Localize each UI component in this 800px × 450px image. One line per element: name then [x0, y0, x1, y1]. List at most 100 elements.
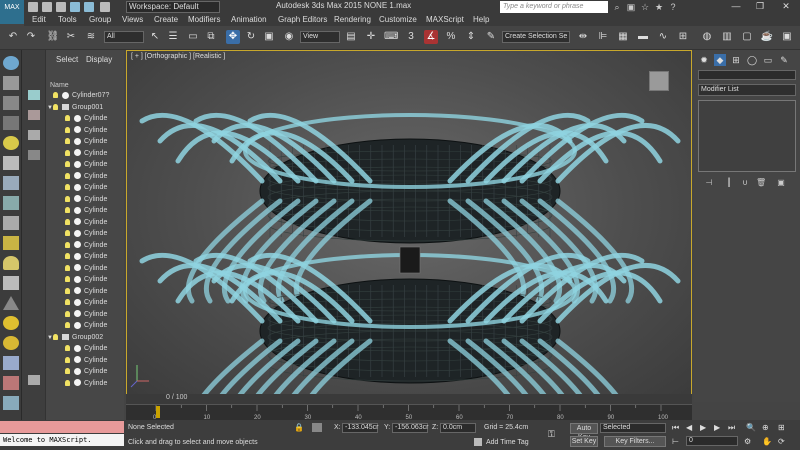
edit-named-selection-icon[interactable]: ✎	[484, 30, 498, 44]
visibility-bulb-icon[interactable]	[65, 287, 70, 294]
selection-filter-dropdown[interactable]: All	[104, 31, 144, 43]
menu-help[interactable]: Help	[473, 15, 489, 24]
tree-object-row[interactable]: Cylinde	[47, 194, 136, 206]
app-logo[interactable]: MAX	[0, 0, 24, 24]
render-setup-icon[interactable]: ▥	[720, 30, 734, 44]
visibility-bulb-icon[interactable]	[65, 276, 70, 283]
visibility-bulb-icon[interactable]	[65, 241, 70, 248]
display-none-icon[interactable]	[3, 96, 19, 110]
angle-snap-icon[interactable]: ∡	[424, 30, 438, 44]
menu-group[interactable]: Group	[89, 15, 111, 24]
redo-icon[interactable]	[84, 2, 94, 12]
goto-start-icon[interactable]: ⏮	[672, 423, 680, 432]
open-file-icon[interactable]	[42, 2, 52, 12]
make-unique-icon[interactable]: ∪	[740, 178, 750, 188]
display-tab-icon[interactable]: ▭	[762, 54, 774, 66]
select-none-icon[interactable]	[28, 130, 40, 140]
invert-selection-icon[interactable]	[28, 150, 40, 160]
communication-center-icon[interactable]: ☆	[640, 2, 650, 12]
viewport-orthographic[interactable]: [ + ] [Orthographic ] [Realistic ]	[126, 50, 692, 402]
hierarchy-icon[interactable]	[3, 356, 19, 370]
tree-object-row[interactable]: Cylinde	[47, 125, 136, 137]
tree-group-row[interactable]: ▼ Group001	[47, 102, 136, 114]
select-scale-icon[interactable]: ▣	[262, 30, 276, 44]
z-coordinate-field[interactable]: 0.0cm	[440, 423, 476, 433]
maximize-button[interactable]: ❐	[750, 0, 770, 14]
snaps-toggle-icon[interactable]: 3	[404, 30, 418, 44]
visibility-bulb-icon[interactable]	[65, 310, 70, 317]
rect-selection-icon[interactable]: ▭	[186, 30, 200, 44]
tree-object-row[interactable]: Cylinde	[47, 263, 136, 275]
tree-object-row[interactable]: Cylinde	[47, 378, 136, 390]
motion-tab-icon[interactable]: ◯	[746, 54, 758, 66]
select-place-icon[interactable]: ◉	[282, 30, 296, 44]
tab-select[interactable]: Select	[56, 55, 78, 64]
object-name-field[interactable]	[698, 70, 796, 80]
tree-object-row[interactable]: Cylinde	[47, 366, 136, 378]
name-column-header[interactable]: Name	[50, 82, 69, 89]
tree-object-row[interactable]: Cylinde	[47, 251, 136, 263]
bind-spacewarp-icon[interactable]: ≋	[84, 30, 98, 44]
display-containers-icon[interactable]	[3, 276, 19, 290]
visibility-bulb-icon[interactable]	[53, 333, 58, 340]
pan-icon[interactable]: ✋	[762, 437, 772, 446]
menu-animation[interactable]: Animation	[231, 15, 267, 24]
time-marker[interactable]	[156, 406, 160, 418]
material-editor-icon[interactable]: ◍	[700, 30, 714, 44]
sun-icon[interactable]	[3, 316, 19, 330]
visibility-bulb-icon[interactable]	[65, 149, 70, 156]
display-spacewarps-icon[interactable]	[3, 196, 19, 210]
select-object-icon[interactable]: ↖	[148, 30, 162, 44]
display-cameras-icon[interactable]	[3, 156, 19, 170]
keyboard-shortcut-icon[interactable]: ⌨	[384, 30, 398, 44]
schematic-view-icon[interactable]: ⊞	[676, 30, 690, 44]
visibility-bulb-icon[interactable]	[65, 184, 70, 191]
next-frame-icon[interactable]: ▶	[714, 423, 722, 432]
modifier-stack[interactable]	[698, 100, 796, 172]
save-file-icon[interactable]	[56, 2, 66, 12]
tree-object-row[interactable]: Cylinder07?	[47, 90, 136, 102]
visibility-bulb-icon[interactable]	[65, 161, 70, 168]
help-icon[interactable]: ?	[668, 2, 678, 12]
visibility-bulb-icon[interactable]	[53, 103, 58, 110]
pivot-center-icon[interactable]: ▤	[344, 30, 358, 44]
render-production-icon[interactable]: ☕	[760, 30, 774, 44]
rendered-frame-icon[interactable]: ▢	[740, 30, 754, 44]
track-bar[interactable]: 0 10 20 30 40 50 60 70 80 90 100	[126, 404, 692, 421]
visibility-bulb-icon[interactable]	[65, 264, 70, 271]
add-time-tag[interactable]: Add Time Tag	[486, 439, 529, 446]
x-coordinate-field[interactable]: -133.045cr	[342, 423, 378, 433]
visibility-bulb-icon[interactable]	[65, 195, 70, 202]
tree-object-row[interactable]: Cylinde	[47, 205, 136, 217]
visibility-bulb-icon[interactable]	[53, 92, 58, 99]
visibility-bulb-icon[interactable]	[65, 126, 70, 133]
tree-object-row[interactable]: Cylinde	[47, 159, 136, 171]
configure-modifier-sets-icon[interactable]: ▣	[776, 178, 786, 188]
visibility-bulb-icon[interactable]	[65, 379, 70, 386]
modify-tab-icon[interactable]: ◆	[714, 54, 726, 66]
menu-views[interactable]: Views	[122, 15, 143, 24]
visibility-bulb-icon[interactable]	[65, 138, 70, 145]
menu-create[interactable]: Create	[154, 15, 178, 24]
minimize-button[interactable]: —	[726, 0, 746, 14]
tree-object-row[interactable]: Cylinde	[47, 217, 136, 229]
tree-object-row[interactable]: Cylinde	[47, 182, 136, 194]
menu-tools[interactable]: Tools	[58, 15, 77, 24]
y-coordinate-field[interactable]: -156.063cr	[392, 423, 428, 433]
curve-editor-icon[interactable]: ∿	[656, 30, 670, 44]
auto-key-button[interactable]: Auto Key	[570, 423, 598, 441]
render-iterative-icon[interactable]: ▣	[780, 30, 794, 44]
visibility-bulb-icon[interactable]	[65, 322, 70, 329]
link-icon[interactable]: ⛓	[46, 30, 60, 44]
search-icon[interactable]: ⌕	[612, 2, 622, 12]
undo-icon[interactable]	[70, 2, 80, 12]
sort-icon[interactable]	[3, 376, 19, 390]
scene-explorer-icon[interactable]	[3, 76, 19, 90]
menu-rendering[interactable]: Rendering	[334, 15, 371, 24]
zoom-icon[interactable]: 🔍	[746, 423, 756, 432]
display-geometry-icon[interactable]	[3, 116, 19, 130]
play-icon[interactable]: ▶	[700, 423, 708, 432]
lock-selection-icon[interactable]: 🔒	[294, 423, 304, 432]
key-mode-toggle-icon[interactable]: ⊢	[672, 437, 680, 446]
visibility-bulb-icon[interactable]	[65, 253, 70, 260]
